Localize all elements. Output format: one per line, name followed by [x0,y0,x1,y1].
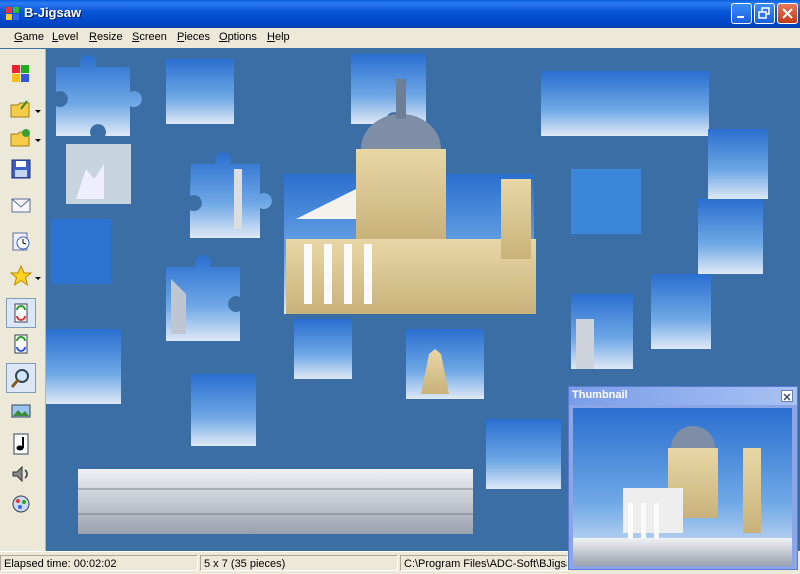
timer-icon [12,232,30,251]
puzzle-piece[interactable] [698,199,763,274]
open-dropdown-arrow[interactable] [35,110,41,113]
puzzle-piece[interactable] [191,374,256,446]
close-icon [783,393,791,401]
menu-options[interactable]: Options [219,31,257,43]
title-bar: B-Jigsaw [0,0,800,28]
settings-icon [12,495,30,513]
toolbar [0,49,46,551]
minimize-button[interactable] [731,3,752,24]
puzzle-icon [12,65,29,82]
menu-pieces[interactable]: Pieces [177,31,210,43]
zoom-icon [10,369,29,388]
shuffle-button[interactable] [6,298,36,328]
timer-button[interactable] [8,228,34,254]
puzzle-piece[interactable] [406,329,484,399]
puzzle-piece[interactable] [351,54,426,124]
thumbnail-window[interactable]: Thumbnail [568,386,798,570]
zoom-button[interactable] [6,363,36,393]
puzzle-piece[interactable] [66,144,131,204]
menu-help[interactable]: Help [267,31,290,43]
favorites-star-icon [9,264,33,287]
elapsed-time: Elapsed time: 00:02:02 [0,555,198,571]
thumbnail-close-button[interactable] [781,390,793,402]
shuffle-icon [14,303,28,323]
settings-button[interactable] [8,491,34,517]
thumbnail-title-bar[interactable]: Thumbnail [569,387,797,405]
thumbnail-title: Thumbnail [572,389,628,401]
maximize-button[interactable] [754,3,775,24]
minimize-icon [737,16,744,18]
menu-level[interactable]: Level [52,31,78,43]
puzzle-piece[interactable] [190,152,272,238]
music-button[interactable] [8,431,34,457]
window-title: B-Jigsaw [24,5,82,20]
rotate-icon [14,334,28,354]
show-picture-icon [11,404,31,418]
save-button[interactable] [8,156,34,182]
file-path: C:\Program Files\ADC-Soft\BJigsaw [400,555,568,571]
restore-icon [758,7,770,19]
puzzle-piece[interactable] [166,59,234,124]
open-recent-button[interactable] [8,125,34,151]
puzzle-piece[interactable] [571,169,641,234]
email-icon [11,198,31,213]
open-recent-icon [10,129,30,147]
save-icon [11,159,31,179]
menu-screen[interactable]: Screen [132,31,167,43]
puzzle-piece[interactable] [56,55,142,136]
close-icon [782,8,793,19]
puzzle-piece[interactable] [51,219,111,284]
puzzle-piece[interactable] [571,294,633,369]
close-button[interactable] [777,3,798,24]
show-picture-button[interactable] [8,398,34,424]
new-puzzle-button[interactable] [8,61,34,87]
favorites-button[interactable] [8,263,34,289]
app-icon [6,7,19,20]
email-button[interactable] [8,192,34,218]
puzzle-size: 5 x 7 (35 pieces) [200,555,398,571]
menu-resize[interactable]: Resize [89,31,123,43]
puzzle-piece[interactable] [486,419,561,489]
puzzle-piece[interactable] [541,71,709,136]
recent-dropdown-arrow[interactable] [35,139,41,142]
rotate-button[interactable] [8,331,34,357]
puzzle-piece[interactable] [166,255,240,341]
puzzle-piece[interactable] [651,274,711,349]
sound-icon [12,465,28,483]
open-button[interactable] [8,96,34,122]
favorites-dropdown-arrow[interactable] [35,277,41,280]
puzzle-piece[interactable] [46,329,121,404]
thumbnail-picture [573,408,792,566]
menu-bar: Game Level Resize Screen Pieces Options … [0,28,800,48]
sound-button[interactable] [8,461,34,487]
menu-game[interactable]: Game [14,31,44,43]
assembled-base-pieces[interactable] [78,469,473,534]
open-folder-icon [10,100,30,118]
music-icon [13,433,29,455]
puzzle-piece[interactable] [708,129,768,199]
puzzle-piece[interactable] [294,319,352,379]
